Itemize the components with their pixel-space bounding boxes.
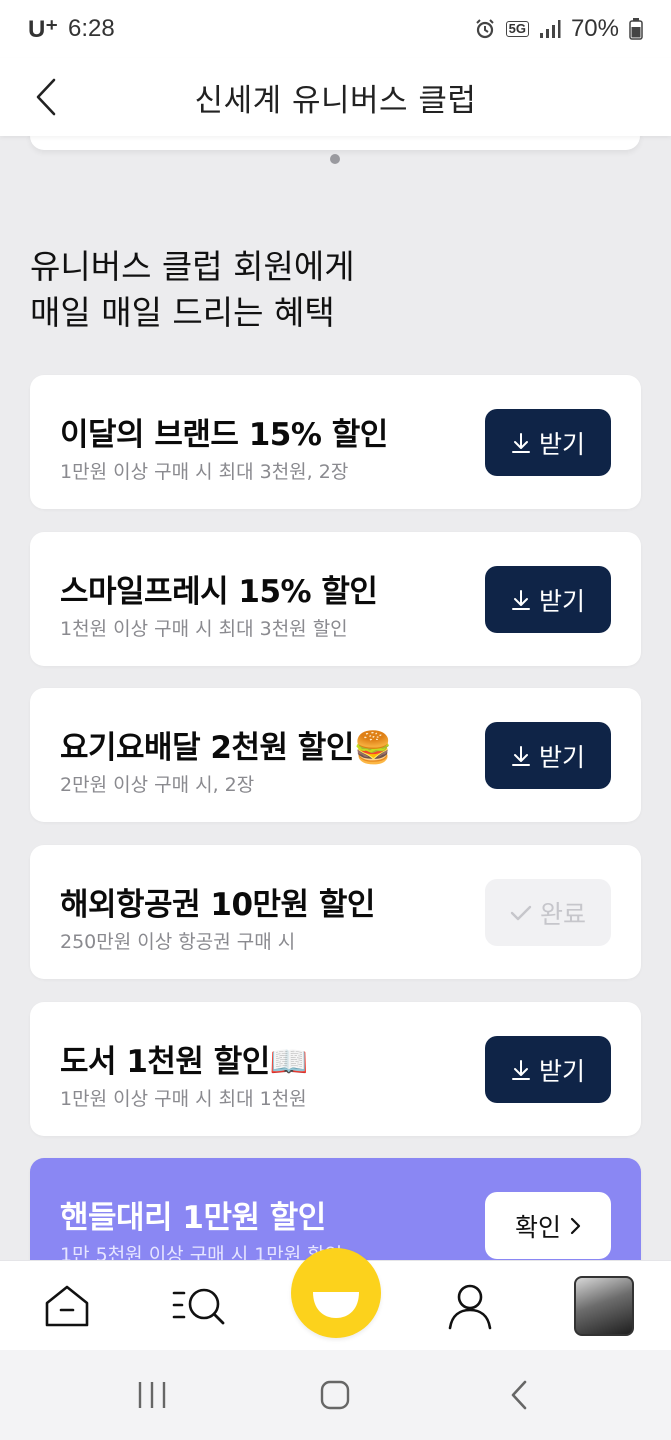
status-right: 5G 70% bbox=[474, 15, 643, 43]
coupon-card: 요기요배달 2천원 할인🍔 2만원 이상 구매 시, 2장 받기 bbox=[30, 688, 641, 822]
battery-percent: 70% bbox=[570, 15, 619, 42]
system-back-button[interactable] bbox=[479, 1355, 559, 1435]
download-icon bbox=[511, 589, 530, 610]
receive-coupon-label: 받기 bbox=[538, 1056, 585, 1086]
coupon-title: 스마일프레시 15% 할인 bbox=[60, 574, 378, 610]
alarm-icon bbox=[474, 18, 496, 40]
system-navigation-bar bbox=[0, 1350, 671, 1440]
coupon-condition: 1만원 이상 구매 시 최대 1천원 bbox=[60, 1088, 307, 1110]
benefit-section-title: 유니버스 클럽 회원에게 매일 매일 드리는 혜택 bbox=[30, 244, 630, 336]
coupon-card: 이달의 브랜드 15% 할인 1만원 이상 구매 시 최대 3천원, 2장 받기 bbox=[30, 375, 641, 509]
section-title-line1: 유니버스 클럽 회원에게 bbox=[30, 247, 355, 286]
receive-coupon-button[interactable]: 받기 bbox=[485, 566, 611, 633]
confirm-button[interactable]: 확인 bbox=[485, 1192, 611, 1259]
coupon-card: 스마일프레시 15% 할인 1천원 이상 구매 시 최대 3천원 할인 받기 bbox=[30, 532, 641, 666]
network-type-badge: 5G bbox=[505, 21, 529, 37]
receive-coupon-label: 받기 bbox=[538, 586, 585, 616]
nav-home[interactable] bbox=[22, 1261, 112, 1351]
coupon-card: 도서 1천원 할인📖 1만원 이상 구매 시 최대 1천원 받기 bbox=[30, 1002, 641, 1136]
banner-card-edge bbox=[30, 136, 640, 150]
my-page-icon bbox=[448, 1284, 491, 1329]
coupon-title: 해외항공권 10만원 할인 bbox=[60, 887, 375, 923]
coupon-title: 핸들대리 1만원 할인 bbox=[60, 1200, 326, 1236]
battery-icon bbox=[629, 18, 643, 40]
coupon-condition: 250만원 이상 항공권 구매 시 bbox=[60, 931, 296, 953]
carousel-indicator-dot bbox=[330, 154, 340, 164]
smile-button[interactable] bbox=[291, 1248, 381, 1338]
category-search-icon bbox=[172, 1288, 225, 1324]
nav-my-page[interactable] bbox=[425, 1261, 515, 1351]
download-icon bbox=[511, 745, 530, 766]
home-icon bbox=[45, 1285, 89, 1326]
coupon-title: 이달의 브랜드 15% 할인 bbox=[60, 417, 388, 453]
coupon-title: 요기요배달 2천원 할인🍔 bbox=[60, 730, 392, 766]
recent-view-thumbnail bbox=[573, 1275, 634, 1336]
back-arrow-icon bbox=[511, 1380, 527, 1410]
home-button[interactable] bbox=[295, 1355, 375, 1435]
status-left: U⁺ 6:28 bbox=[28, 15, 115, 44]
carrier-label: U⁺ bbox=[28, 15, 58, 43]
coupon-received-button[interactable]: 완료 bbox=[485, 879, 611, 946]
download-icon bbox=[511, 1059, 530, 1080]
clock: 6:28 bbox=[68, 15, 115, 42]
chevron-right-icon bbox=[570, 1217, 581, 1234]
smile-icon bbox=[313, 1292, 359, 1318]
recent-apps-icon bbox=[138, 1382, 166, 1408]
recent-apps-button[interactable] bbox=[112, 1355, 192, 1435]
content-scroll-area[interactable]: 유니버스 클럽 회원에게 매일 매일 드리는 혜택 이달의 브랜드 15% 할인… bbox=[0, 136, 671, 1260]
status-bar: U⁺ 6:28 5G 70% bbox=[0, 0, 671, 58]
receive-coupon-button[interactable]: 받기 bbox=[485, 409, 611, 476]
coupon-card: 해외항공권 10만원 할인 250만원 이상 항공권 구매 시 완료 bbox=[30, 845, 641, 979]
receive-coupon-button[interactable]: 받기 bbox=[485, 722, 611, 789]
checkmark-icon bbox=[510, 905, 532, 920]
coupon-received-label: 완료 bbox=[539, 899, 586, 929]
coupon-condition: 1천원 이상 구매 시 최대 3천원 할인 bbox=[60, 618, 348, 640]
section-title-line2: 매일 매일 드리는 혜택 bbox=[30, 293, 335, 332]
coupon-condition: 1만원 이상 구매 시 최대 3천원, 2장 bbox=[60, 461, 349, 483]
app-header: 신세계 유니버스 클럽 bbox=[0, 58, 671, 136]
receive-coupon-button[interactable]: 받기 bbox=[485, 1036, 611, 1103]
nav-category-search[interactable] bbox=[156, 1261, 246, 1351]
nav-recent-view[interactable] bbox=[559, 1261, 649, 1351]
page-title: 신세계 유니버스 클럽 bbox=[194, 82, 477, 119]
signal-icon bbox=[539, 19, 561, 39]
receive-coupon-label: 받기 bbox=[538, 742, 585, 772]
confirm-label: 확인 bbox=[514, 1212, 561, 1242]
chevron-left-icon bbox=[36, 78, 56, 116]
download-icon bbox=[511, 432, 530, 453]
home-square-icon bbox=[321, 1380, 350, 1410]
coupon-condition: 2만원 이상 구매 시, 2장 bbox=[60, 774, 255, 796]
promo-coupon-card: 핸들대리 1만원 할인 1만 5천원 이상 구매 시 1만원 할인 확인 bbox=[30, 1158, 641, 1260]
receive-coupon-label: 받기 bbox=[538, 429, 585, 459]
back-button[interactable] bbox=[26, 72, 66, 122]
coupon-title: 도서 1천원 할인📖 bbox=[60, 1044, 308, 1080]
